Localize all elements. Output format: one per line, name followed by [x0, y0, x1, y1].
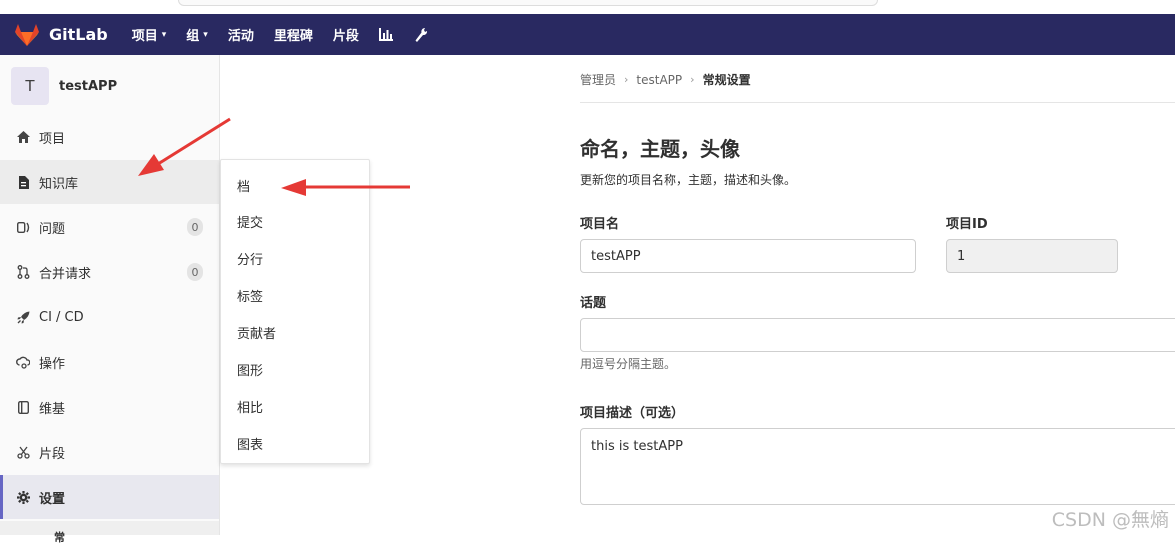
section-title: 命名，主题，头像	[580, 137, 740, 161]
sidebar-item-label: 问题	[39, 221, 66, 237]
breadcrumb-admin[interactable]: 管理员	[580, 71, 616, 88]
nav-projects[interactable]: 项目 ▾	[132, 25, 167, 44]
sidebar-item-label: 知识库	[39, 176, 79, 192]
project-name-label: 项目名	[580, 217, 620, 232]
sidebar-item-label: 设置	[39, 491, 66, 507]
nav-items: 项目 ▾ 组 ▾ 活动 里程碑 片段	[132, 25, 448, 44]
topics-label: 话题	[580, 296, 607, 311]
project-header[interactable]: T testAPP	[0, 55, 219, 117]
flyout-item-contributors[interactable]: 贡献者	[237, 323, 276, 342]
sidebar-item-label: 片段	[39, 446, 66, 462]
description-label: 项目描述（可选）	[580, 406, 685, 421]
flyout-item-files[interactable]: 档	[237, 176, 250, 195]
flyout-item-compare[interactable]: 相比	[237, 397, 263, 416]
sidebar-item-label: 维基	[39, 401, 66, 417]
chevron-right-icon: ›	[624, 73, 629, 86]
nav-snippets[interactable]: 片段	[333, 25, 359, 44]
project-avatar: T	[11, 67, 49, 105]
sidebar-item-label: 操作	[39, 356, 66, 372]
document-icon	[16, 175, 30, 189]
gitlab-brand[interactable]: GitLab	[14, 23, 108, 47]
scissors-icon	[16, 445, 30, 459]
flyout-item-tags[interactable]: 标签	[237, 286, 263, 305]
chevron-right-icon: ›	[690, 73, 695, 86]
settings-subitem-label: 常	[54, 531, 65, 544]
project-sidebar: T testAPP 项目 知识库 问题 0 合并请求 0 CI / CD 操作 …	[0, 55, 220, 544]
section-subtitle: 更新您的项目名称，主题，描述和头像。	[580, 173, 797, 187]
sidebar-item-label: CI / CD	[39, 309, 84, 325]
nav-projects-label: 项目	[131, 29, 158, 44]
nav-milestones[interactable]: 里程碑	[274, 25, 313, 44]
gear-icon	[16, 490, 30, 504]
sidebar-item-merge-requests[interactable]: 合并请求 0	[0, 250, 219, 294]
chevron-down-icon: ▾	[161, 29, 167, 40]
settings-subitem-peek[interactable]: 常	[0, 521, 219, 544]
nav-groups[interactable]: 组 ▾	[186, 25, 208, 44]
sidebar-item-wiki[interactable]: 维基	[0, 385, 219, 429]
avatar-letter: T	[25, 77, 35, 95]
flyout-item-commits[interactable]: 提交	[237, 212, 263, 231]
nav-milestones-label: 里程碑	[273, 29, 313, 44]
repository-flyout-menu: 档 提交 分行 标签 贡献者 图形 相比 图表	[220, 159, 370, 464]
flyout-item-charts[interactable]: 图表	[237, 434, 263, 453]
browser-strip	[0, 0, 1175, 14]
sidebar-item-repository[interactable]: 知识库	[0, 160, 219, 204]
breadcrumb-current[interactable]: 常规设置	[703, 71, 751, 88]
project-name-input[interactable]: testAPP	[580, 239, 916, 273]
chevron-down-icon: ▾	[203, 29, 208, 40]
top-navbar: GitLab 项目 ▾ 组 ▾ 活动 里程碑 片段	[0, 14, 1175, 55]
project-name: testAPP	[59, 78, 118, 94]
home-icon	[16, 130, 30, 144]
flyout-item-branches[interactable]: 分行	[237, 249, 263, 268]
book-icon	[16, 400, 30, 414]
gitlab-logo-icon	[15, 23, 39, 46]
description-textarea[interactable]: this is testAPP	[580, 428, 1175, 505]
watermark: CSDN @無熵	[1051, 509, 1169, 531]
sidebar-item-settings[interactable]: 设置	[0, 475, 219, 519]
brand-name: GitLab	[49, 25, 108, 44]
project-id-value: 1	[957, 248, 966, 264]
rocket-icon	[16, 310, 30, 324]
sidebar-item-label: 项目	[39, 131, 66, 147]
project-name-value: testAPP	[591, 248, 641, 264]
topics-hint: 用逗号分隔主题。	[580, 357, 677, 371]
project-id-field[interactable]: 1	[946, 239, 1118, 273]
issues-count-badge: 0	[187, 218, 203, 236]
flyout-item-graph[interactable]: 图形	[237, 360, 263, 379]
merge-requests-count-badge: 0	[187, 263, 203, 281]
sidebar-item-ci-cd[interactable]: CI / CD	[0, 295, 219, 339]
cloud-gear-icon	[16, 355, 30, 369]
sidebar-item-issues[interactable]: 问题 0	[0, 205, 219, 249]
chart-icon[interactable]	[378, 28, 394, 41]
breadcrumb-project[interactable]: testAPP	[636, 73, 682, 87]
sidebar-item-operations[interactable]: 操作	[0, 340, 219, 384]
address-bar-edge	[178, 0, 878, 6]
merge-request-icon	[16, 265, 30, 279]
breadcrumb-divider	[580, 102, 1175, 103]
nav-snippets-label: 片段	[332, 29, 359, 44]
issues-icon	[16, 220, 30, 234]
sidebar-item-label: 合并请求	[39, 266, 92, 282]
nav-activity[interactable]: 活动	[228, 25, 254, 44]
nav-activity-label: 活动	[227, 29, 254, 44]
project-id-label: 项目ID	[946, 217, 988, 232]
wrench-icon[interactable]	[414, 27, 428, 43]
sidebar-item-project[interactable]: 项目	[0, 115, 219, 159]
breadcrumb: 管理员 › testAPP › 常规设置	[580, 71, 751, 88]
description-value: this is testAPP	[591, 439, 683, 454]
topics-input[interactable]	[580, 318, 1175, 352]
sidebar-item-snippets[interactable]: 片段	[0, 430, 219, 474]
nav-groups-label: 组	[186, 29, 200, 44]
